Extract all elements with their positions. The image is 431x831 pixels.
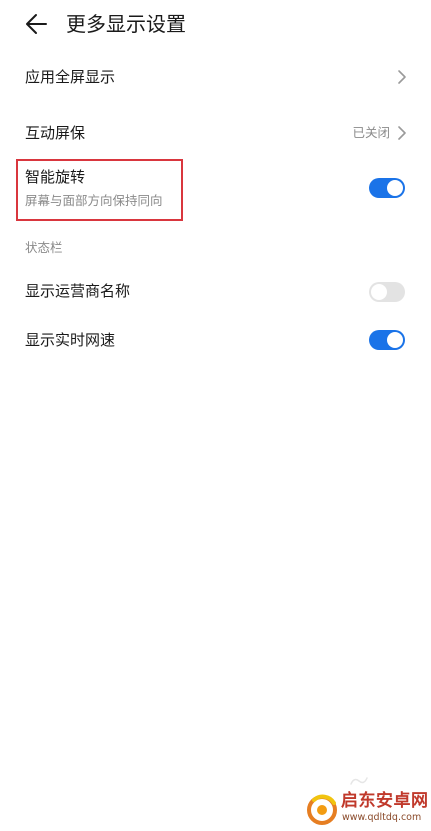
chevron-right-icon (397, 125, 407, 141)
row-label-screensaver: 互动屏保 (25, 124, 86, 142)
toggle-knob (387, 332, 403, 348)
row-carrier-name: 显示运营商名称 (0, 272, 431, 312)
top-bar: 更多显示设置 (0, 0, 431, 48)
arrow-left-icon (26, 14, 47, 34)
screensaver-status: 已关闭 (352, 125, 390, 140)
back-button[interactable] (20, 10, 54, 38)
row-label-carrier-name: 显示运营商名称 (25, 282, 131, 300)
scroll-hint-icon (349, 772, 369, 785)
section-header-status-bar: 状态栏 (25, 240, 63, 255)
row-label-fullscreen-apps: 应用全屏显示 (25, 68, 116, 86)
toggle-knob (387, 180, 403, 196)
carrier-name-toggle[interactable] (369, 282, 405, 302)
row-network-speed: 显示实时网速 (0, 320, 431, 360)
row-fullscreen-apps[interactable]: 应用全屏显示 (0, 58, 431, 98)
highlight-box (16, 159, 183, 221)
network-speed-toggle[interactable] (369, 330, 405, 350)
watermark-url: www.qdltdq.com (342, 812, 422, 823)
watermark-title: 启东安卓网 (341, 791, 429, 811)
row-screensaver[interactable]: 互动屏保 已关闭 (0, 114, 431, 154)
watermark-logo-icon (305, 791, 341, 827)
watermark: 启东安卓网 www.qdltdq.com (305, 789, 431, 830)
page-title: 更多显示设置 (66, 12, 186, 36)
smart-rotation-toggle[interactable] (369, 178, 405, 198)
row-label-network-speed: 显示实时网速 (25, 331, 116, 349)
chevron-right-icon (397, 69, 407, 85)
toggle-knob (371, 284, 387, 300)
